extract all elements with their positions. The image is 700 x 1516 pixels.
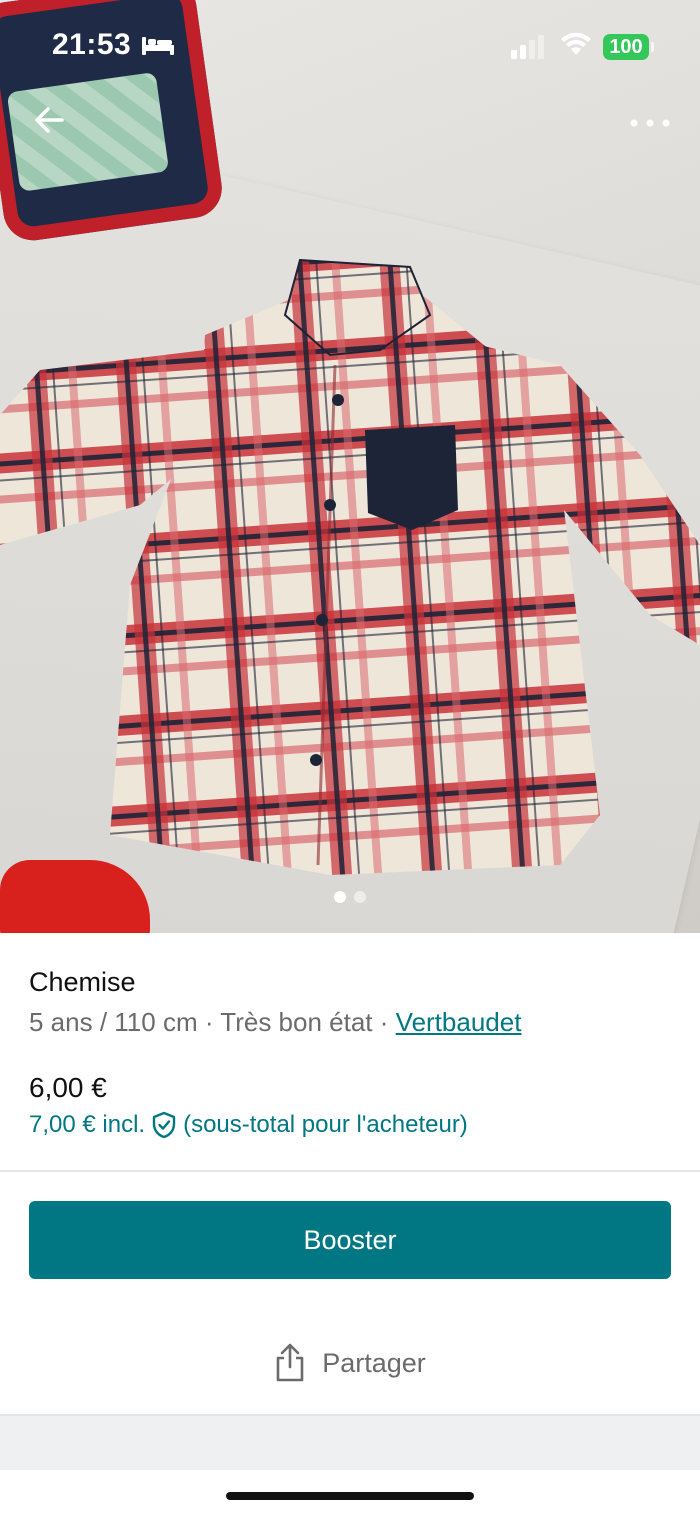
arrow-left-icon[interactable] (30, 100, 70, 140)
meta-separator: · (204, 1007, 214, 1037)
share-icon (276, 1343, 304, 1382)
price-incl: 7,00 € incl. (29, 1111, 146, 1138)
price-incl-note: (sous-total pour l'acheteur) (183, 1111, 468, 1138)
share-label: Partager (322, 1347, 426, 1378)
plaid-shirt-image (0, 258, 700, 875)
booster-button[interactable]: Booster (29, 1201, 671, 1279)
battery-icon: 100 (603, 34, 649, 60)
meta-separator: · (379, 1007, 389, 1037)
buyer-price-info[interactable]: 7,00 € incl. (sous-total pour l'acheteur… (29, 1111, 468, 1139)
product-photo[interactable] (0, 0, 700, 933)
brand-link[interactable]: Vertbaudet (396, 1007, 522, 1037)
signal-icon (511, 35, 544, 59)
gallery-dot-1[interactable] (334, 891, 346, 903)
home-indicator[interactable] (226, 1492, 474, 1500)
wifi-icon (561, 33, 591, 55)
item-size: 5 ans / 110 cm (29, 1007, 198, 1037)
gallery-dot-2[interactable] (354, 891, 366, 903)
battery-tip (651, 42, 654, 52)
shield-check-icon (152, 1111, 176, 1139)
status-time: 21:53 (52, 28, 132, 61)
item-title: Chemise (29, 967, 136, 997)
share-button[interactable]: Partager (0, 1333, 700, 1393)
item-condition: Très bon état (220, 1007, 373, 1037)
battery-level: 100 (609, 35, 643, 58)
gallery-pagination[interactable] (0, 891, 700, 905)
item-price: 6,00 € (29, 1072, 107, 1103)
section-spacer (0, 1414, 700, 1470)
section-divider (0, 1170, 700, 1172)
more-horizontal-icon[interactable] (626, 110, 674, 136)
bed-icon (142, 37, 174, 55)
item-meta: 5 ans / 110 cm · Très bon état · Vertbau… (29, 1007, 521, 1038)
